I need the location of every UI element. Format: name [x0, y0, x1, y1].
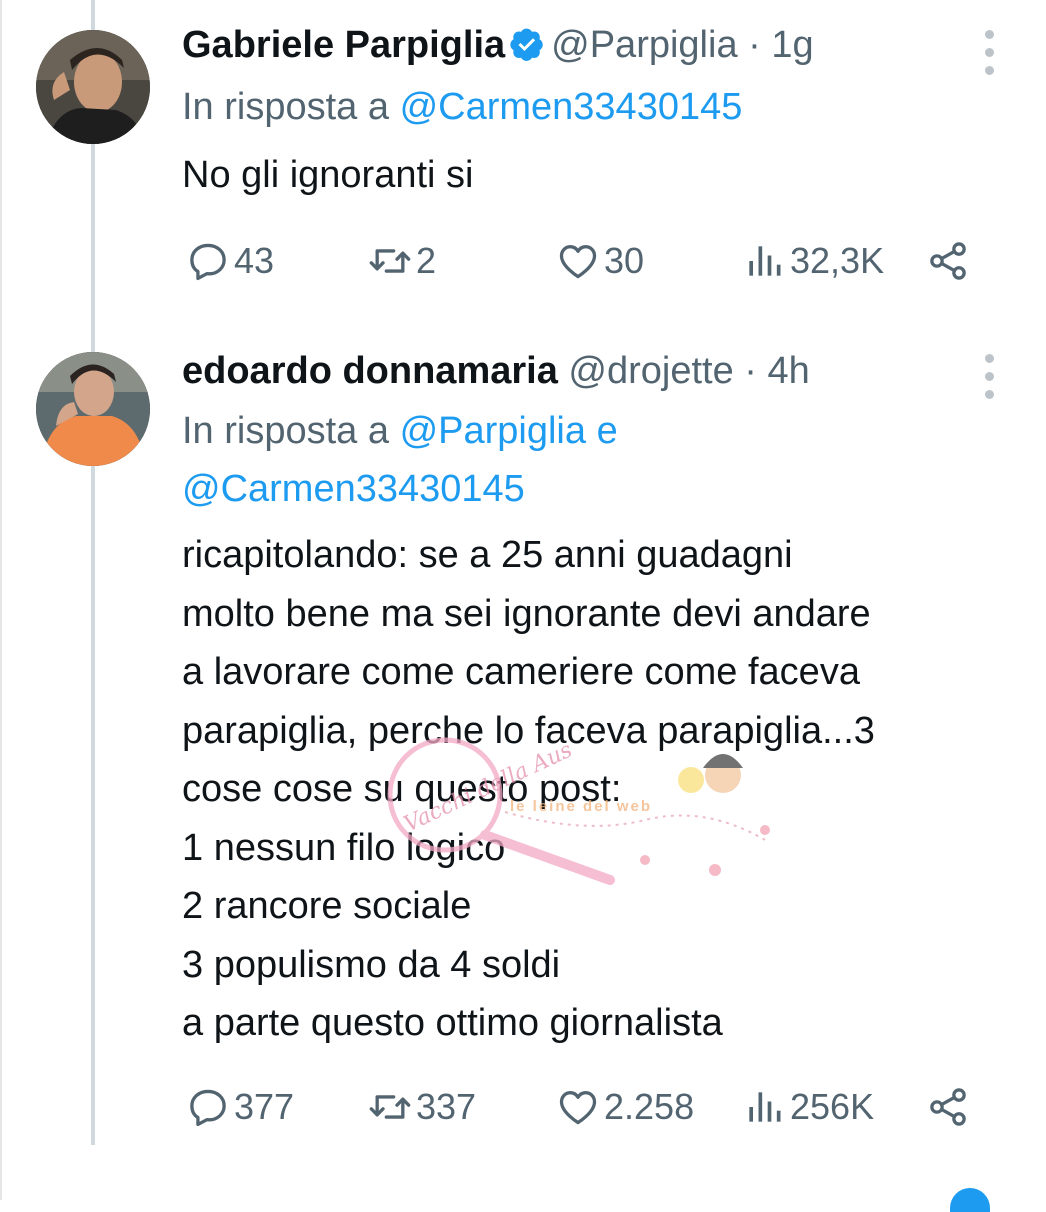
- more-options-icon[interactable]: [982, 30, 996, 84]
- reply-button[interactable]: 43: [186, 236, 274, 286]
- compose-button-peek[interactable]: [950, 1188, 990, 1212]
- timestamp[interactable]: 1g: [771, 24, 813, 66]
- avatar[interactable]: [36, 352, 150, 466]
- more-options-icon[interactable]: [982, 354, 996, 408]
- views-count: 32,3K: [790, 240, 885, 281]
- tweet-text-line: a parte questo ottimo giornalista: [182, 1002, 723, 1044]
- retweet-button[interactable]: 2: [368, 236, 436, 286]
- share-icon: [930, 1088, 966, 1126]
- action-bar: 43 2 30 32,3K: [182, 236, 982, 286]
- views-button[interactable]: 32,3K: [742, 236, 884, 286]
- like-button[interactable]: 30: [556, 236, 644, 286]
- share-button[interactable]: [926, 1082, 970, 1132]
- retweet-count: 337: [416, 1086, 477, 1127]
- tweet-text-line: 3 populismo da 4 soldi: [182, 943, 561, 986]
- tweet-text: No gli ignoranti si: [182, 146, 1006, 205]
- reply-icon: [190, 1089, 226, 1127]
- reply-prefix: In risposta a: [182, 410, 389, 452]
- timestamp[interactable]: 4h: [768, 350, 810, 392]
- reply-count: 43: [234, 240, 275, 281]
- views-icon: [749, 246, 781, 276]
- retweet-count: 2: [416, 240, 437, 281]
- author-name[interactable]: Gabriele Parpiglia: [182, 24, 505, 66]
- mention-link[interactable]: @Carmen33430145: [400, 86, 743, 128]
- tweet-text-line: No gli ignoranti si: [182, 154, 474, 196]
- mention-link[interactable]: @Carmen33430145: [182, 468, 525, 510]
- reply-context: In risposta a @Carmen33430145: [182, 78, 1006, 136]
- share-button[interactable]: [926, 236, 970, 286]
- retweet-icon: [369, 249, 411, 273]
- tweet-text-line: ricapitolando: se a 25 anni guadagni: [182, 534, 793, 576]
- avatar-photo: [36, 30, 150, 144]
- views-count: 256K: [790, 1086, 875, 1127]
- views-icon: [749, 1092, 781, 1122]
- reply-joiner: e: [596, 410, 618, 452]
- verified-badge-icon: [510, 28, 543, 61]
- like-icon: [559, 1091, 597, 1125]
- avatar-photo: [36, 352, 150, 466]
- like-button[interactable]: 2.258: [556, 1082, 694, 1132]
- separator-dot: ·: [744, 350, 757, 392]
- author-handle[interactable]: @drojette: [568, 350, 733, 392]
- reply-button[interactable]: 377: [186, 1082, 294, 1132]
- retweet-icon: [369, 1095, 411, 1119]
- separator-dot: ·: [748, 24, 761, 66]
- like-count: 30: [604, 240, 645, 281]
- tweet-text-line: a lavorare come cameriere come faceva: [182, 651, 860, 693]
- like-icon: [559, 245, 597, 279]
- tweet-header: Gabriele Parpiglia @Parpiglia · 1g: [182, 22, 966, 68]
- avatar[interactable]: [36, 30, 150, 144]
- views-button[interactable]: 256K: [742, 1082, 874, 1132]
- reply-count: 377: [234, 1086, 295, 1127]
- watermark-tagline: le leine del web: [510, 798, 653, 815]
- author-handle[interactable]: @Parpiglia: [551, 24, 737, 66]
- reply-icon: [190, 243, 226, 281]
- tweet-header: edoardo donnamaria @drojette · 4h: [182, 348, 966, 394]
- author-name[interactable]: edoardo donnamaria: [182, 350, 558, 392]
- mention-link[interactable]: @Parpiglia: [400, 410, 586, 452]
- reply-prefix: In risposta a: [182, 86, 389, 128]
- retweet-button[interactable]: 337: [368, 1082, 476, 1132]
- reply-context: In risposta a @Parpiglia e @Carmen334301…: [182, 402, 1006, 518]
- like-count: 2.258: [604, 1086, 695, 1127]
- action-bar: 377 337 2.258 256K: [182, 1082, 982, 1132]
- watermark: Vacchi della Aus le leine del web: [385, 720, 785, 910]
- tweet-card[interactable]: Gabriele Parpiglia @Parpiglia · 1g In ris…: [0, 0, 1046, 330]
- share-icon: [930, 242, 966, 280]
- tweet-text-line: molto bene ma sei ignorante devi andare: [182, 592, 871, 635]
